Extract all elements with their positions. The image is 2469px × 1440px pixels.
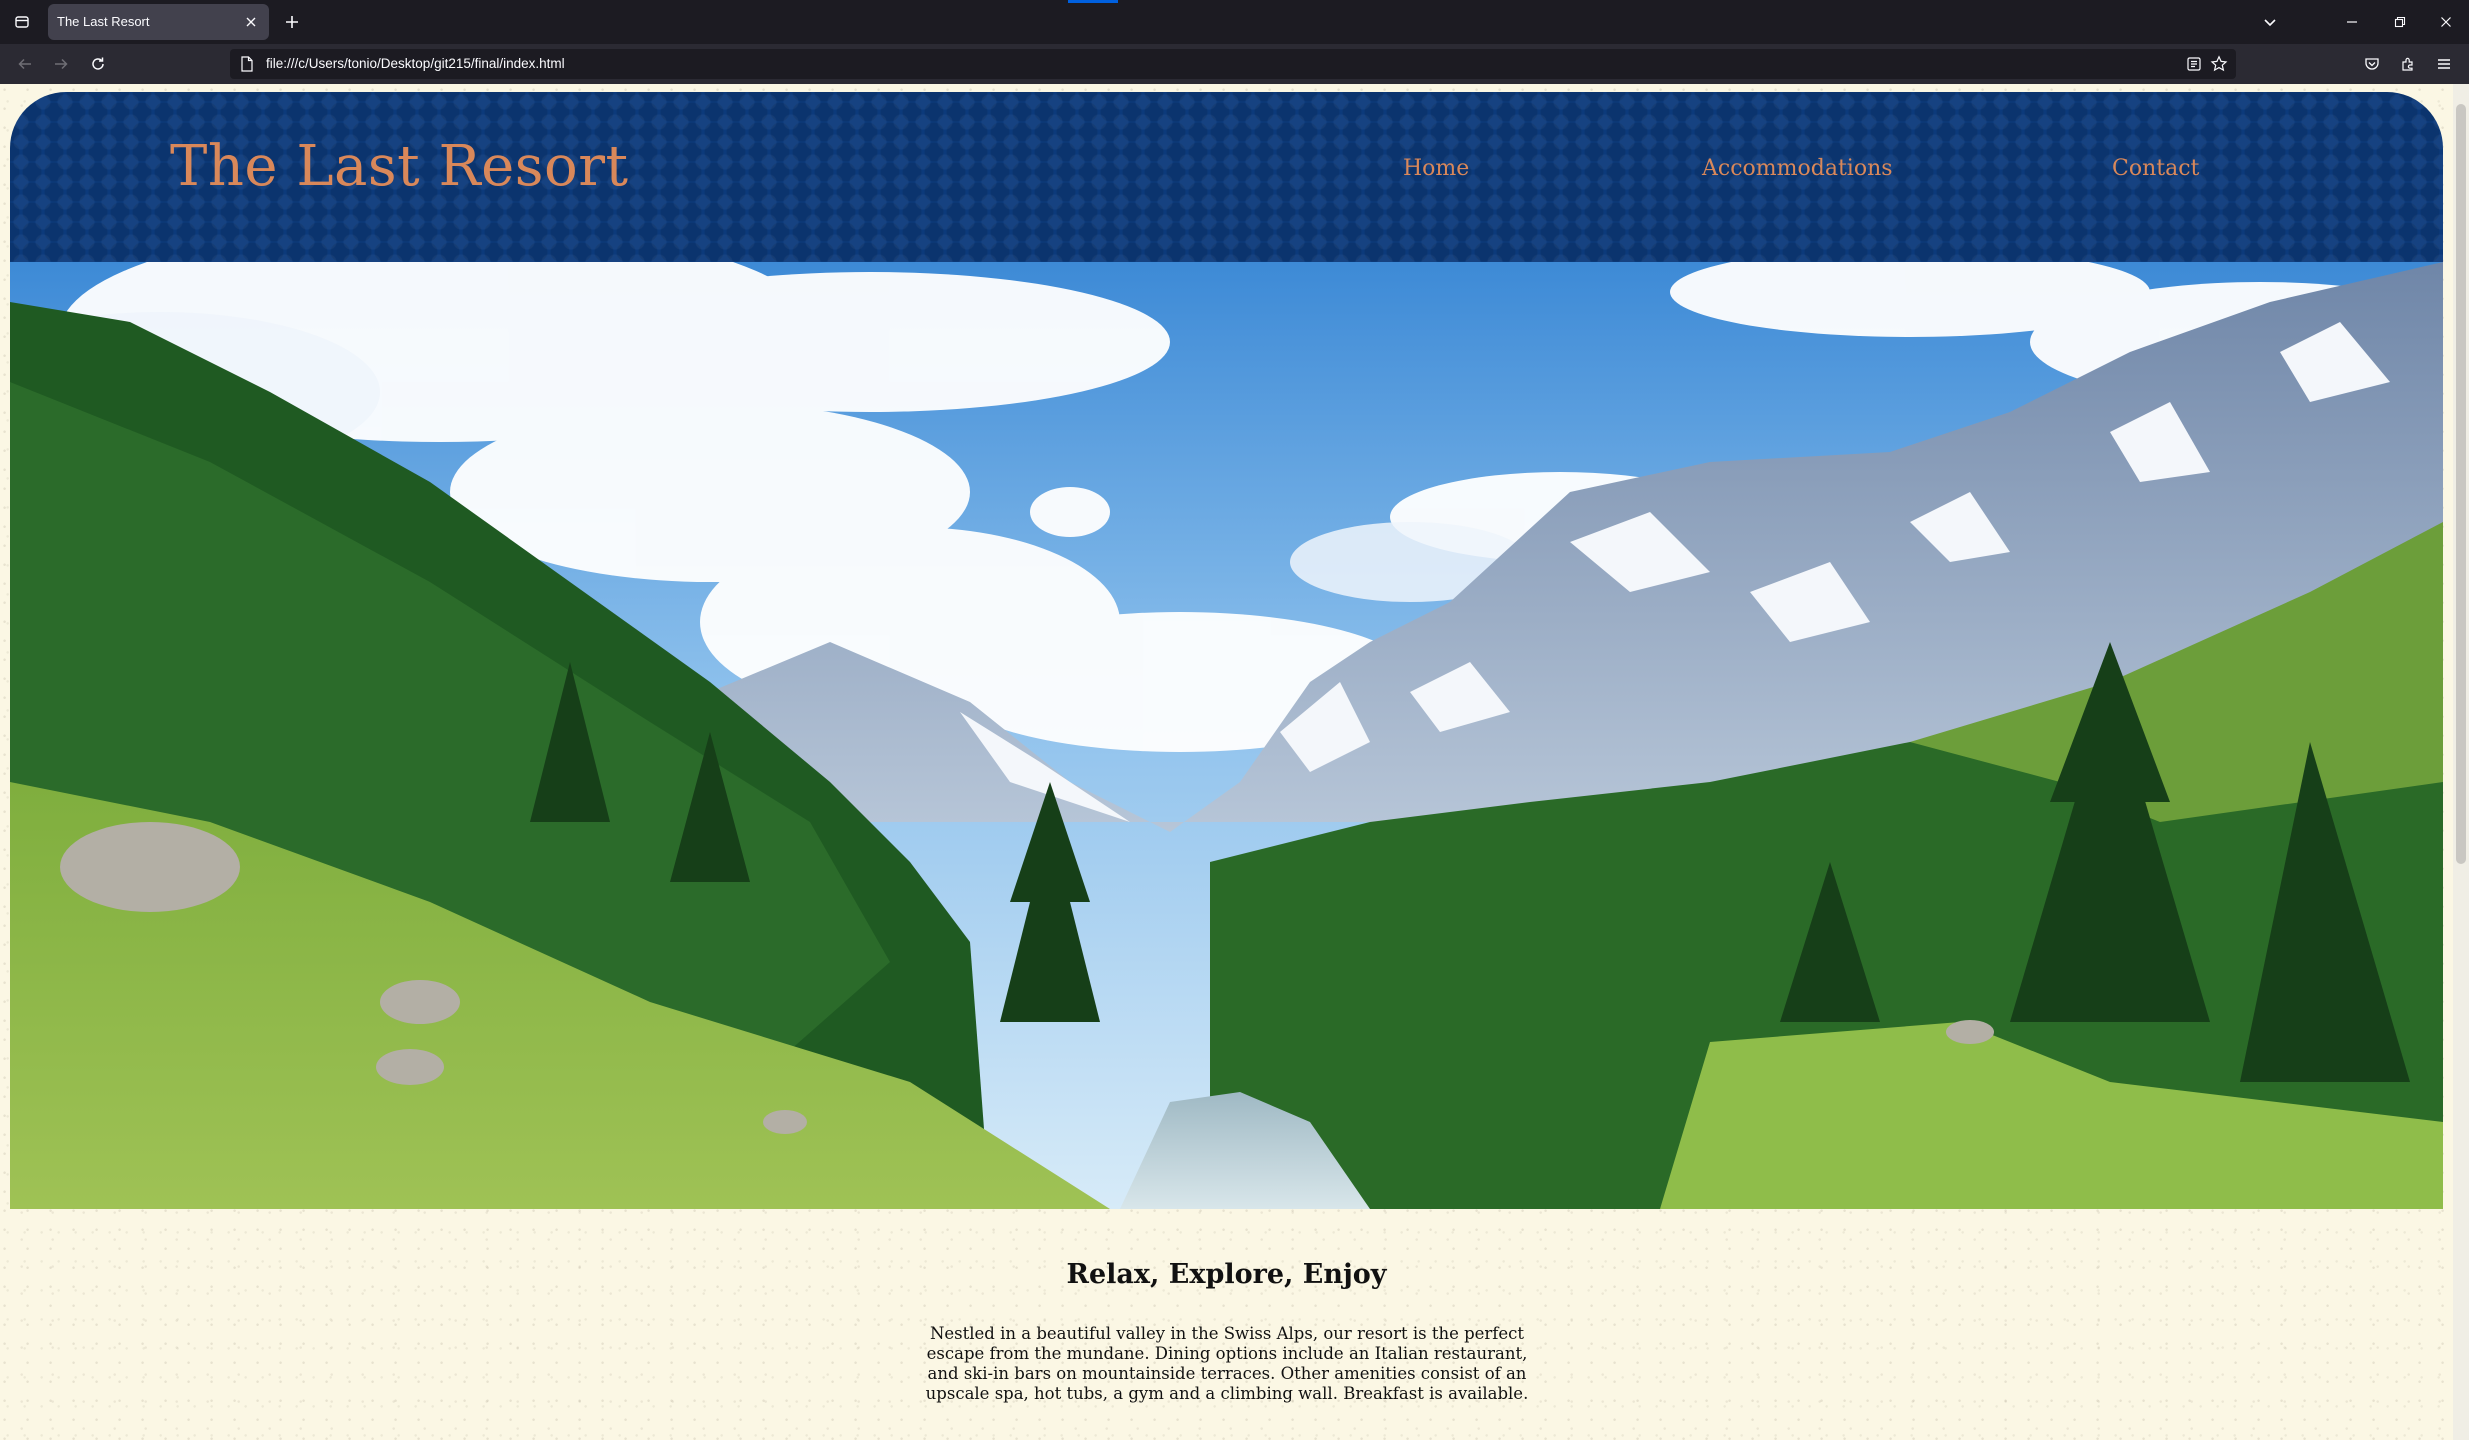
page-scrollbar[interactable]: [2453, 84, 2469, 1440]
page-viewport: The Last Resort Home Accommodations Cont…: [0, 84, 2469, 1440]
section-heading: Relax, Explore, Enjoy: [1066, 1259, 1387, 1290]
pocket-icon[interactable]: [2360, 52, 2384, 76]
close-window-icon[interactable]: [2432, 8, 2460, 36]
browser-nav-toolbar: file:///c/Users/tonio/Desktop/git215/fin…: [0, 44, 2469, 84]
bookmark-star-icon[interactable]: [2210, 55, 2228, 77]
reload-icon[interactable]: [86, 52, 110, 76]
restore-icon[interactable]: [2386, 8, 2414, 36]
nav-link-accommodations[interactable]: Accommodations: [1702, 156, 1893, 181]
nav-link-home[interactable]: Home: [1403, 156, 1469, 181]
url-bar[interactable]: file:///c/Users/tonio/Desktop/git215/fin…: [230, 49, 2236, 79]
intro-paragraph: Nestled in a beautiful valley in the Swi…: [925, 1324, 1529, 1403]
tab-drag-indicator: [1068, 0, 1118, 3]
close-tab-icon[interactable]: [241, 12, 261, 32]
back-icon[interactable]: [13, 52, 37, 76]
page-icon: [240, 56, 254, 76]
menu-icon[interactable]: [2432, 52, 2456, 76]
minimize-icon[interactable]: [2338, 8, 2366, 36]
nav-link-contact[interactable]: Contact: [2112, 156, 2199, 181]
browser-tab-bar: The Last Resort: [0, 0, 2469, 44]
site-logo[interactable]: The Last Resort: [170, 134, 629, 199]
tab-title: The Last Resort: [57, 14, 150, 29]
url-text: file:///c/Users/tonio/Desktop/git215/fin…: [266, 56, 565, 71]
list-all-tabs-icon[interactable]: [2256, 8, 2284, 36]
forward-icon[interactable]: [49, 52, 73, 76]
hero-image: [10, 262, 2443, 1209]
browser-tab-active[interactable]: The Last Resort: [48, 4, 269, 40]
site-header: The Last Resort Home Accommodations Cont…: [10, 92, 2443, 262]
reader-view-icon[interactable]: [2186, 56, 2202, 76]
tab-list-icon[interactable]: [10, 10, 34, 34]
extensions-icon[interactable]: [2396, 52, 2420, 76]
scrollbar-thumb[interactable]: [2456, 104, 2466, 864]
new-tab-icon[interactable]: [280, 10, 304, 34]
